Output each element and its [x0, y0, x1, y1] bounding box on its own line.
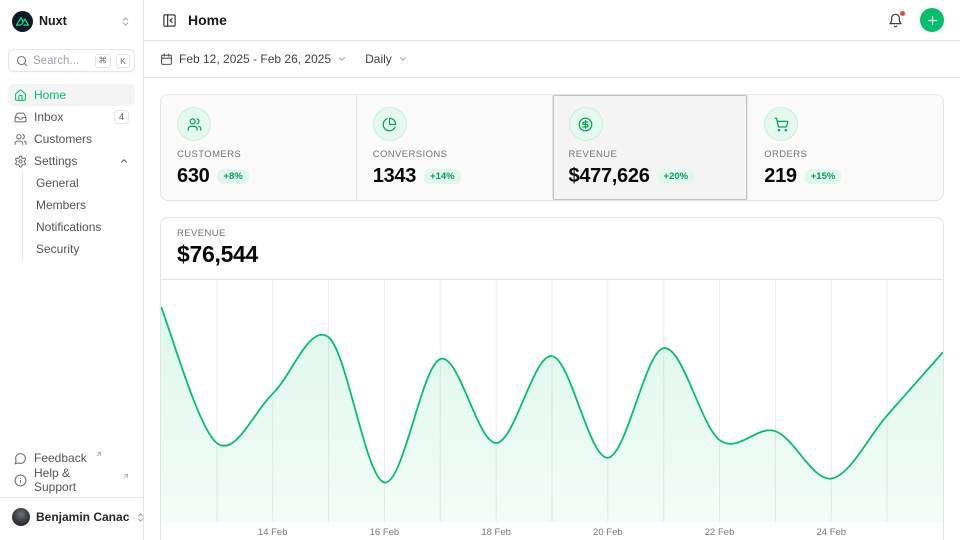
stat-value: $477,626 — [569, 164, 650, 188]
sidebar-item-label: Home — [34, 88, 66, 102]
sidebar: Nuxt Search... ⌘ K Home Inbox 4 Customer… — [0, 0, 144, 540]
sidebar-item-label: Customers — [34, 132, 92, 146]
chevron-up-icon — [119, 156, 129, 166]
external-link-icon — [122, 472, 130, 480]
stat-value: 1343 — [373, 164, 416, 188]
stat-conversions[interactable]: CONVERSIONS 1343 +14% — [356, 95, 552, 200]
nuxt-logo — [12, 11, 33, 32]
main-area: Home Feb 12, 2025 - Feb 26, 2025 Daily — [144, 0, 960, 540]
stat-orders[interactable]: ORDERS 219 +15% — [747, 95, 943, 200]
search-placeholder: Search... — [33, 55, 90, 67]
period-select[interactable]: Daily — [365, 52, 408, 66]
collapse-sidebar-button[interactable] — [160, 11, 179, 30]
sidebar-subitem-label: Security — [36, 242, 79, 256]
notification-dot — [899, 10, 906, 17]
kbd-meta: ⌘ — [95, 54, 112, 68]
sidebar-item-general[interactable]: General — [23, 172, 135, 194]
chevrons-up-down-icon — [120, 16, 131, 27]
calendar-icon — [160, 53, 173, 66]
chart-x-axis: 14 Feb 16 Feb 18 Feb 20 Feb 22 Feb 24 Feb — [161, 522, 943, 540]
users-icon — [177, 107, 211, 141]
x-axis-tick: 22 Feb — [705, 527, 735, 538]
stats-row: CUSTOMERS 630 +8% CONVERSIONS 1343 +14% — [160, 94, 944, 201]
user-menu[interactable]: Benjamin Canac — [8, 502, 135, 532]
inbox-count-badge: 4 — [114, 110, 129, 124]
x-axis-tick: 14 Feb — [258, 527, 288, 538]
stat-label: ORDERS — [764, 149, 927, 160]
stat-value: 219 — [764, 164, 796, 188]
period-label: Daily — [365, 52, 392, 66]
panel-left-close-icon — [162, 13, 177, 28]
date-range-label: Feb 12, 2025 - Feb 26, 2025 — [179, 52, 331, 66]
stat-delta-badge: +8% — [217, 169, 248, 184]
search-icon — [16, 55, 28, 67]
circle-dollar-icon — [569, 107, 603, 141]
x-axis-tick: 20 Feb — [593, 527, 623, 538]
chevron-down-icon — [398, 54, 408, 64]
sidebar-item-home[interactable]: Home — [8, 84, 135, 106]
stat-delta-badge: +14% — [424, 169, 461, 184]
sidebar-subitem-label: Notifications — [36, 220, 101, 234]
inbox-icon — [14, 111, 27, 124]
external-link-icon — [95, 450, 103, 458]
revenue-chart-card: REVENUE $76,544 14 Feb 16 Feb 18 Feb 20 Feb… — [160, 217, 944, 540]
sidebar-item-label: Feedback — [34, 451, 87, 465]
info-icon — [14, 474, 27, 487]
page-title: Home — [188, 12, 877, 28]
sidebar-item-members[interactable]: Members — [23, 194, 135, 216]
date-range-picker[interactable]: Feb 12, 2025 - Feb 26, 2025 — [160, 52, 347, 66]
sidebar-nav: Home Inbox 4 Customers Settings Ge — [8, 84, 135, 260]
x-axis-tick: 18 Feb — [481, 527, 511, 538]
x-axis-tick: 24 Feb — [816, 527, 846, 538]
user-name: Benjamin Canac — [36, 510, 129, 524]
stat-value: 630 — [177, 164, 209, 188]
stat-customers[interactable]: CUSTOMERS 630 +8% — [161, 95, 356, 200]
add-button[interactable] — [920, 8, 944, 32]
sidebar-item-label: Help & Support — [34, 466, 114, 494]
stat-label: CUSTOMERS — [177, 149, 340, 160]
stat-label: CONVERSIONS — [373, 149, 536, 160]
chevron-down-icon — [337, 54, 347, 64]
settings-subnav: General Members Notifications Security — [22, 172, 135, 260]
kbd-k: K — [116, 54, 130, 68]
sidebar-spacer — [8, 260, 135, 447]
sidebar-item-label: Inbox — [34, 110, 63, 124]
revenue-area-chart — [161, 280, 943, 522]
sidebar-subitem-label: General — [36, 176, 79, 190]
stat-delta-badge: +20% — [658, 169, 695, 184]
workspace-switcher[interactable]: Nuxt — [8, 9, 135, 33]
chart-metric-label: REVENUE — [177, 228, 927, 239]
chart-header: REVENUE $76,544 — [161, 218, 943, 280]
notifications-button[interactable] — [886, 11, 905, 30]
users-icon — [14, 133, 27, 146]
sidebar-item-label: Settings — [34, 154, 77, 168]
sidebar-item-security[interactable]: Security — [23, 238, 135, 260]
revenue-chart-plot[interactable] — [161, 280, 943, 522]
gear-icon — [14, 155, 27, 168]
filters-toolbar: Feb 12, 2025 - Feb 26, 2025 Daily — [144, 41, 960, 78]
page-header: Home — [144, 0, 960, 41]
sidebar-item-customers[interactable]: Customers — [8, 128, 135, 150]
stat-revenue[interactable]: REVENUE $477,626 +20% — [552, 95, 748, 200]
sidebar-subitem-label: Members — [36, 198, 86, 212]
plus-icon — [926, 14, 939, 27]
stat-delta-badge: +15% — [805, 169, 842, 184]
page-content: CUSTOMERS 630 +8% CONVERSIONS 1343 +14% — [144, 78, 960, 540]
nuxt-logo-icon — [16, 15, 29, 28]
sidebar-item-notifications[interactable]: Notifications — [23, 216, 135, 238]
sidebar-item-settings[interactable]: Settings — [8, 150, 135, 172]
shopping-cart-icon — [764, 107, 798, 141]
x-axis-tick: 16 Feb — [370, 527, 400, 538]
search-input[interactable]: Search... ⌘ K — [8, 49, 135, 72]
message-circle-icon — [14, 452, 27, 465]
workspace-name: Nuxt — [39, 14, 114, 28]
chart-metric-value: $76,544 — [177, 241, 927, 267]
house-icon — [14, 89, 27, 102]
avatar — [12, 508, 30, 526]
chart-pie-icon — [373, 107, 407, 141]
sidebar-item-help-support[interactable]: Help & Support — [8, 469, 135, 491]
sidebar-divider — [0, 497, 143, 498]
sidebar-item-inbox[interactable]: Inbox 4 — [8, 106, 135, 128]
stat-label: REVENUE — [569, 149, 732, 160]
